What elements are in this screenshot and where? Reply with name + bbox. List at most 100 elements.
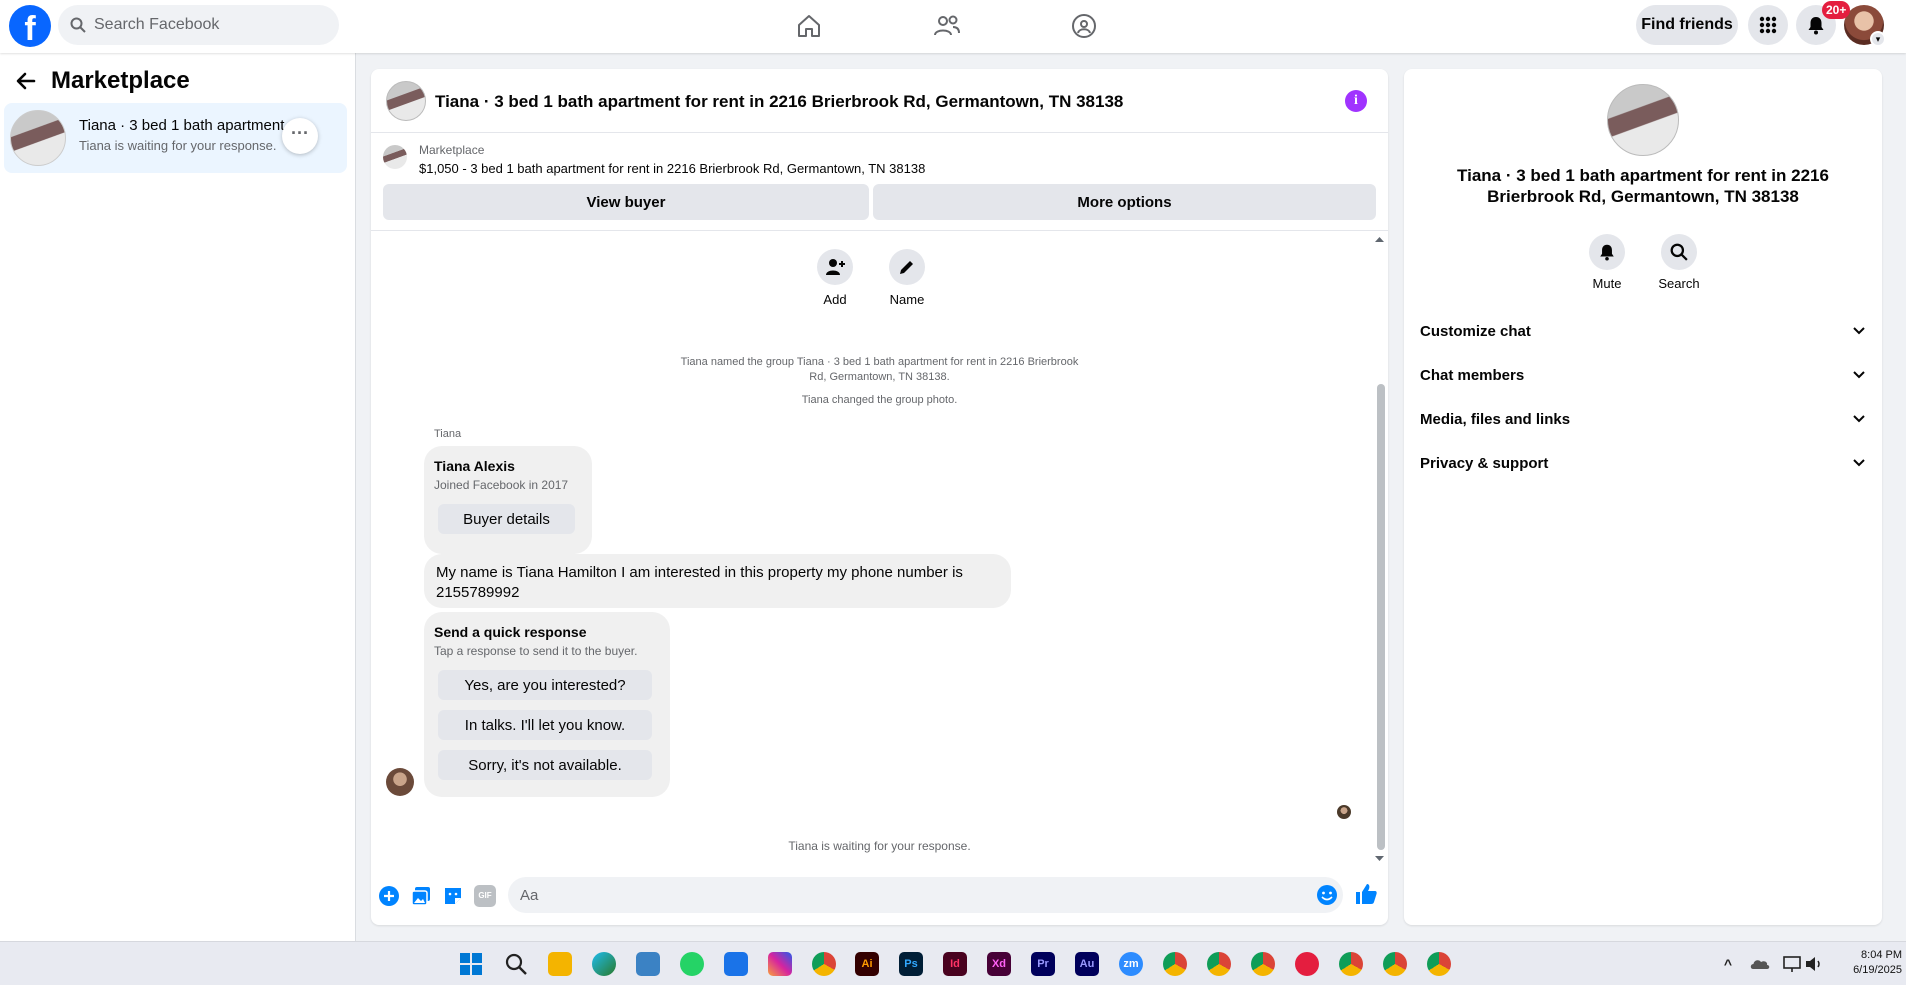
waiting-status: Tiana is waiting for your response. [788,839,971,853]
volume-icon[interactable] [1802,952,1826,976]
chevron-up-icon[interactable]: ^ [1716,952,1740,976]
system-clock[interactable]: 8:04 PM 6/19/2025 [1830,948,1902,978]
gif-icon[interactable]: GIF [474,885,496,907]
quick-response-option[interactable]: Sorry, it's not available. [438,750,652,780]
conversation-more-button[interactable]: ··· [282,118,318,154]
mute-action[interactable]: Mute [1577,234,1637,291]
chat-info-panel: Tiana · 3 bed 1 bath apartment for rent … [1404,69,1882,925]
panel-title: Marketplace [51,67,190,94]
chat-photo[interactable] [1607,84,1679,156]
chrome-icon[interactable] [1163,952,1187,976]
quick-response-subtitle: Tap a response to send it to the buyer. [434,644,638,658]
search-label: Search [1658,276,1700,291]
chat-thumbnail[interactable] [386,81,426,121]
customize-chat-section[interactable]: Customize chat [1420,313,1866,349]
info-icon[interactable]: i [1345,90,1367,112]
onedrive-icon[interactable] [1748,952,1772,976]
marketplace-inbox-panel: Marketplace Tiana · 3 bed 1 bath apartme… [0,53,356,941]
quick-response-option[interactable]: In talks. I'll let you know. [438,710,652,740]
media-files-links-section[interactable]: Media, files and links [1420,401,1866,437]
system-message-line: Rd, Germantown, TN 38138. [809,371,950,383]
instagram-icon[interactable] [768,952,792,976]
search-input[interactable]: Search Facebook [58,5,339,45]
whatsapp-icon[interactable] [680,952,704,976]
premiere-icon[interactable]: Pr [1031,952,1055,976]
menu-grid-icon[interactable] [1748,5,1788,45]
chevron-down-icon[interactable] [1852,456,1866,470]
sender-avatar[interactable] [386,768,414,796]
chrome-icon[interactable] [812,952,836,976]
zoom-icon[interactable]: zm [1119,952,1143,976]
chevron-down-icon[interactable] [1852,324,1866,338]
message-input[interactable]: Aa [508,877,1343,913]
conversation-thumbnail [10,110,66,166]
buyer-name: Tiana Alexis [434,458,515,474]
scroll-down-icon[interactable] [1373,854,1386,864]
quick-response-title: Send a quick response [434,624,587,640]
search-action[interactable]: Search [1649,234,1709,291]
view-buyer-button[interactable]: View buyer [383,184,869,220]
more-options-button[interactable]: More options [873,184,1376,220]
find-friends-button[interactable]: Find friends [1636,5,1738,45]
chevron-down-icon[interactable] [1852,412,1866,426]
add-action[interactable]: Add [805,249,865,307]
chrome-icon-active[interactable] [1427,952,1451,976]
thumbs-up-icon[interactable] [1354,882,1378,906]
chat-members-section[interactable]: Chat members [1420,357,1866,393]
edge-icon[interactable] [592,952,616,976]
facebook-logo[interactable]: f [9,5,51,47]
chrome-icon[interactable] [1207,952,1231,976]
mute-label: Mute [1592,276,1622,291]
network-icon[interactable] [1780,952,1804,976]
name-label: Name [889,292,925,307]
chrome-icon[interactable] [1383,952,1407,976]
windows-start-icon[interactable] [459,952,483,976]
clock-date: 6/19/2025 [1853,964,1902,976]
name-action[interactable]: Name [877,249,937,307]
system-message-photo-changed: Tiana changed the group photo. [801,394,958,406]
clock-time: 8:04 PM [1861,949,1902,961]
section-label: Customize chat [1420,322,1531,340]
chrome-icon[interactable] [1251,952,1275,976]
home-icon[interactable] [793,10,825,42]
sticker-icon[interactable] [442,885,464,907]
add-label: Add [823,292,847,307]
chat-scrollbar[interactable] [1373,234,1386,866]
listing-price[interactable]: $1,050 - 3 bed 1 bath apartment for rent… [419,161,925,176]
add-person-icon[interactable] [817,249,853,285]
file-explorer-icon[interactable] [548,952,572,976]
bell-icon[interactable] [1589,234,1625,270]
indesign-icon[interactable]: Id [943,952,967,976]
quick-response-option[interactable]: Yes, are you interested? [438,670,652,700]
search-icon[interactable] [504,952,528,976]
groups-icon[interactable] [1068,10,1100,42]
scroll-thumb[interactable] [1377,384,1385,850]
illustrator-icon[interactable]: Ai [855,952,879,976]
search-icon[interactable] [1661,234,1697,270]
photo-icon[interactable] [410,885,432,907]
plus-icon[interactable] [378,885,400,907]
chevron-down-icon[interactable]: ▾ [1870,31,1886,47]
chat-title[interactable]: Tiana · 3 bed 1 bath apartment for rent … [435,92,1123,112]
listing-banner: Marketplace $1,050 - 3 bed 1 bath apartm… [371,133,1388,231]
xd-icon[interactable]: Xd [987,952,1011,976]
chrome-icon[interactable] [1339,952,1363,976]
chevron-down-icon[interactable] [1852,368,1866,382]
chat-info-title: Tiana · 3 bed 1 bath apartment for rent … [1457,166,1829,206]
audition-icon[interactable]: Au [1075,952,1099,976]
listing-thumbnail[interactable] [383,145,407,169]
scroll-up-icon[interactable] [1373,234,1386,244]
back-arrow-icon[interactable] [14,69,38,93]
app-icon[interactable] [1295,952,1319,976]
friends-icon[interactable] [931,10,963,42]
pencil-icon[interactable] [889,249,925,285]
privacy-support-section[interactable]: Privacy & support [1420,445,1866,481]
buyer-details-button[interactable]: Buyer details [438,504,575,534]
read-receipt-avatar [1337,805,1351,819]
photoshop-icon[interactable]: Ps [899,952,923,976]
system-message-group-named: Tiana named the group Tiana · 3 bed 1 ba… [371,355,1388,385]
store-icon[interactable] [636,952,660,976]
notepad-icon[interactable] [724,952,748,976]
buyer-joined: Joined Facebook in 2017 [434,478,569,492]
emoji-icon[interactable] [1316,884,1338,906]
